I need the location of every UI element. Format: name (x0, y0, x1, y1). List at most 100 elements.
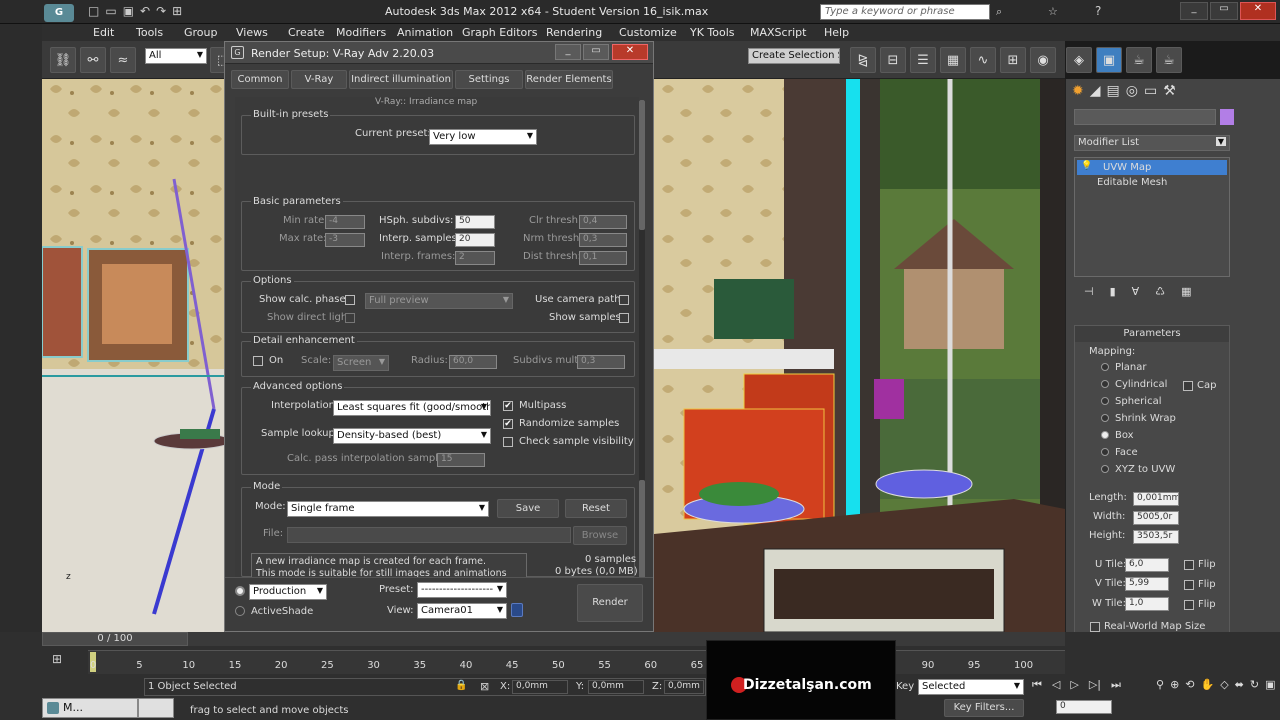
radius-spinner[interactable]: 60,0 (449, 355, 497, 369)
absolute-mode-icon[interactable]: ⊠ (480, 680, 489, 693)
viewport-camera[interactable] (654, 79, 1065, 632)
menu-graph-editors[interactable]: Graph Editors (462, 26, 538, 39)
production-radio[interactable] (235, 586, 245, 596)
stack-item-editable-mesh[interactable]: Editable Mesh (1077, 176, 1227, 190)
go-to-end-icon[interactable]: ⏭ (1111, 678, 1121, 696)
time-slider[interactable]: 0 / 100 (42, 632, 188, 646)
mapping-radio[interactable] (1101, 380, 1109, 388)
interp-frames-spinner[interactable]: 2 (455, 251, 495, 265)
layer-manager-icon[interactable]: ☰ (910, 47, 936, 73)
tab-settings[interactable]: Settings (455, 70, 523, 89)
mapping-radio[interactable] (1101, 448, 1109, 456)
go-to-start-icon[interactable]: ⏮ (1032, 678, 1042, 696)
mapping-option[interactable]: XYZ to UVW (1101, 464, 1175, 480)
modify-tab-icon[interactable]: ◢ (1090, 83, 1101, 103)
wtile-spinner[interactable]: 1,0 (1125, 597, 1169, 611)
schematic-view-icon[interactable]: ⊞ (1000, 47, 1026, 73)
mapping-option[interactable]: Box (1101, 430, 1134, 446)
star-icon[interactable]: ☆ (1048, 5, 1058, 18)
menu-edit[interactable]: Edit (93, 26, 114, 39)
maximize-button[interactable]: ▭ (1210, 2, 1238, 20)
viewport-left[interactable]: z (42, 79, 224, 632)
show-calc-checkbox[interactable] (345, 295, 355, 305)
close-button[interactable]: ✕ (1240, 2, 1276, 20)
material-editor-icon[interactable]: ◉ (1030, 47, 1056, 73)
detail-on-checkbox[interactable] (253, 356, 263, 366)
mode-dropdown[interactable]: Single frame ▼ (287, 501, 489, 517)
link-icon[interactable]: ⛓ (50, 47, 76, 73)
remove-modifier-icon[interactable]: ♺ (1155, 285, 1165, 301)
y-coordinate[interactable]: 0,0mm (588, 680, 644, 694)
stack-item-uvw-map[interactable]: UVW Map (1077, 160, 1227, 175)
interpolation-dropdown[interactable]: Least squares fit (good/smooth ▼ (333, 400, 491, 416)
parameters-rollout-header[interactable]: Parameters (1075, 326, 1229, 342)
display-tab-icon[interactable]: ▭ (1144, 83, 1157, 103)
create-tab-icon[interactable]: ✹ (1072, 83, 1084, 103)
dolly-icon[interactable]: ⬌ (1235, 678, 1244, 718)
multipass-checkbox[interactable]: ✔ (503, 401, 513, 411)
menu-yk-tools[interactable]: YK Tools (690, 26, 735, 39)
mapping-option[interactable]: Face (1101, 447, 1138, 463)
make-unique-icon[interactable]: ∀ (1132, 285, 1140, 301)
zoom-all-icon[interactable]: ⊕ (1170, 678, 1179, 718)
min-rate-spinner[interactable]: -4 (325, 215, 365, 229)
render-setup-icon[interactable]: ◈ (1066, 47, 1092, 73)
align-icon[interactable]: ⊟ (880, 47, 906, 73)
clr-thresh-spinner[interactable]: 0,4 (579, 215, 627, 229)
menu-tools[interactable]: Tools (136, 26, 163, 39)
mapping-option[interactable]: Planar (1101, 362, 1147, 378)
dialog-titlebar[interactable]: G Render Setup: V-Ray Adv 2.20.03 _ ▭ ✕ (225, 42, 653, 64)
scale-dropdown[interactable]: Screen ▼ (333, 355, 389, 371)
cap-checkbox[interactable] (1183, 381, 1193, 391)
pan-icon[interactable]: ✋ (1201, 678, 1215, 718)
play-icon[interactable]: ▷ (1070, 678, 1078, 696)
render-production-icon[interactable]: ☕ (1126, 47, 1152, 73)
maxscript-listener[interactable] (138, 698, 174, 718)
vtile-spinner[interactable]: 5,99 (1125, 577, 1169, 591)
rollout-header[interactable]: V-Ray:: Irradiance map (375, 97, 477, 107)
mapping-radio[interactable] (1101, 465, 1109, 473)
height-spinner[interactable]: 3503,5r (1133, 530, 1179, 544)
configure-sets-icon[interactable]: ▦ (1181, 285, 1191, 301)
max-rate-spinner[interactable]: -3 (325, 233, 365, 247)
dialog-close-button[interactable]: ✕ (612, 44, 648, 60)
new-file-icon[interactable]: □ (88, 4, 99, 20)
save-button[interactable]: Save (497, 499, 559, 518)
selection-set-dropdown[interactable]: Create Selection Se (748, 48, 840, 64)
unlink-icon[interactable]: ⚯ (80, 47, 106, 73)
time-slider-track[interactable] (188, 632, 1065, 646)
randomize-checkbox[interactable]: ✔ (503, 419, 513, 429)
length-spinner[interactable]: 0,001mm (1133, 492, 1179, 506)
menu-rendering[interactable]: Rendering (546, 26, 602, 39)
search-input[interactable]: Type a keyword or phrase (820, 4, 990, 20)
redo-icon[interactable]: ↷ (156, 4, 166, 20)
x-coordinate[interactable]: 0,0mm (512, 680, 568, 694)
v-flip-checkbox[interactable] (1184, 580, 1194, 590)
minimize-button[interactable]: _ (1180, 2, 1208, 20)
bind-spacewarp-icon[interactable]: ≈ (110, 47, 136, 73)
help-icon[interactable]: ? (1095, 4, 1101, 18)
rendered-frame-icon[interactable]: ▣ (1096, 47, 1122, 73)
taskbar-item[interactable]: M... (42, 698, 138, 718)
subdivs-mult-spinner[interactable]: 0,3 (577, 355, 625, 369)
current-preset-dropdown[interactable]: Very low ▼ (429, 129, 537, 145)
curve-editor-icon[interactable]: ∿ (970, 47, 996, 73)
project-folder-icon[interactable]: ⊞ (172, 4, 182, 20)
fov-icon[interactable]: ◇ (1220, 678, 1228, 718)
view-dropdown[interactable]: Camera01 ▼ (417, 603, 507, 619)
mapping-radio[interactable] (1101, 363, 1109, 371)
utilities-tab-icon[interactable]: ⚒ (1163, 83, 1176, 103)
u-flip-checkbox[interactable] (1184, 560, 1194, 570)
menu-modifiers[interactable]: Modifiers (336, 26, 386, 39)
hsph-subdivs-spinner[interactable]: 50 (455, 215, 495, 229)
object-color-swatch[interactable] (1220, 109, 1234, 125)
mapping-option[interactable]: Cylindrical (1101, 379, 1167, 395)
calc-pass-spinner[interactable]: 15 (437, 453, 485, 467)
tab-vray[interactable]: V-Ray (291, 70, 347, 89)
dialog-scrollbar[interactable] (639, 100, 645, 580)
mapping-radio[interactable] (1101, 431, 1109, 439)
menu-views[interactable]: Views (236, 26, 268, 39)
lock-view-icon[interactable] (511, 603, 523, 617)
maximize-viewport-icon[interactable]: ▣ (1265, 678, 1275, 718)
key-filters-button[interactable]: Key Filters... (944, 699, 1024, 717)
